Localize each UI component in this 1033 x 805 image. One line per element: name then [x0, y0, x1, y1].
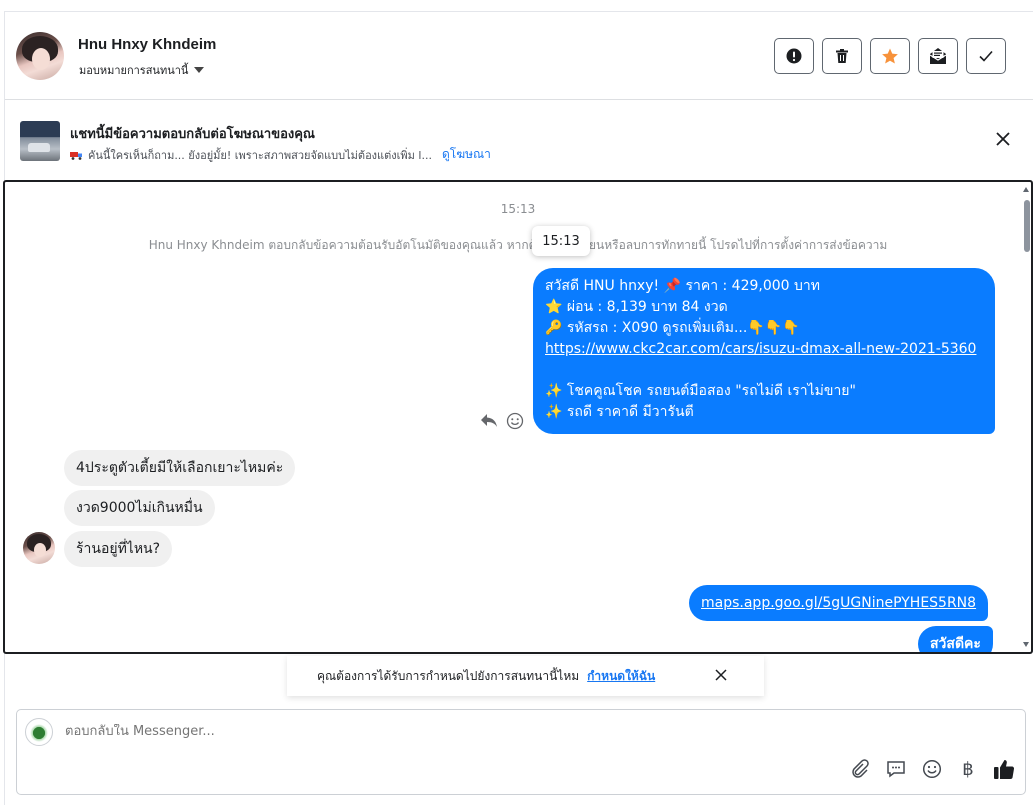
assign-conversation-dropdown[interactable]: มอบหมายการสนทนานี้ — [79, 61, 205, 79]
assign-to-me-link[interactable]: กำหนดให้ฉัน — [587, 667, 655, 686]
message-composer: ฿ — [16, 709, 1026, 795]
sender-avatar — [23, 532, 55, 564]
reply-icon[interactable] — [480, 413, 498, 429]
incoming-message-1[interactable]: 4ประตูตัวเตี้ยมีให้เลือกเยาะไหมค่ะ — [64, 450, 296, 486]
messenger-inbox: Hnu Hnxy Khndeim มอบหมายการสนทนานี้ แชทน… — [0, 0, 1033, 805]
payment-button[interactable]: ฿ — [957, 758, 979, 780]
saved-reply-icon — [887, 761, 905, 778]
incoming-message-3[interactable]: ร้านอยู่ที่ไหน? — [64, 531, 173, 567]
timestamp-divider: 15:13 — [500, 202, 536, 216]
map-link[interactable]: maps.app.goo.gl/5gUGNinePYHES5RN8 — [701, 593, 976, 614]
outgoing-greeting-message[interactable]: สวัสดีคะ — [918, 626, 993, 652]
paperclip-icon — [852, 759, 869, 778]
system-notice: Hnu Hnxy Khndeim ตอบกลับข้อความต้อนรับอั… — [148, 238, 888, 252]
close-icon — [715, 669, 727, 681]
emoji-react-icon[interactable] — [506, 412, 524, 430]
close-banner-button[interactable] — [995, 131, 1011, 147]
ad-banner-title: แชทนี้มีข้อความตอบกลับต่อโฆษณาของคุณ — [70, 127, 315, 142]
scroll-up-arrow-icon[interactable] — [1023, 187, 1029, 192]
contact-name[interactable]: Hnu Hnxy Khndeim — [78, 36, 216, 53]
ad-thumbnail[interactable] — [20, 121, 60, 161]
done-button[interactable] — [966, 38, 1006, 74]
delete-button[interactable] — [822, 38, 862, 74]
page-logo — [29, 722, 49, 742]
assign-label: มอบหมายการสนทนานี้ — [79, 64, 189, 77]
emoji-icon — [922, 759, 942, 779]
assign-prompt-text: คุณต้องการได้รับการกำหนดไปยังการสนทนานี้… — [317, 668, 580, 683]
dismiss-prompt-button[interactable] — [714, 668, 728, 682]
star-button[interactable] — [870, 38, 910, 74]
envelope-open-icon — [929, 48, 947, 64]
outgoing-welcome-message[interactable]: สวัสดี HNU hnxy! 📌 ราคา : 429,000 บาท ⭐ … — [533, 268, 995, 434]
view-ad-link[interactable]: ดูโฆษณา — [442, 145, 491, 164]
trash-icon — [836, 49, 848, 63]
thumbs-up-icon — [994, 760, 1015, 780]
outgoing-map-link-message[interactable]: maps.app.goo.gl/5gUGNinePYHES5RN8 — [689, 585, 989, 621]
timestamp-tooltip: 15:13 — [532, 226, 590, 256]
welcome-line-6: ✨ รถดี ราคาดี มีวารันตี — [545, 404, 694, 420]
ad-reply-banner: แชทนี้มีข้อความตอบกลับต่อโฆษณาของคุณ คัน… — [5, 101, 1033, 178]
saved-reply-button[interactable] — [885, 758, 907, 780]
truck-icon — [70, 151, 82, 160]
welcome-line-3: 🔑 รหัสรถ : X090 ดูรถเพิ่มเติม...👇👇👇 — [545, 320, 800, 336]
attach-button[interactable] — [849, 758, 871, 780]
message-thread[interactable]: 15:13 Hnu Hnxy Khndeim ตอบกลับข้อความต้อ… — [3, 180, 1033, 654]
like-button[interactable] — [993, 758, 1015, 780]
report-button[interactable] — [774, 38, 814, 74]
reply-input[interactable] — [65, 724, 765, 739]
page-avatar — [25, 718, 53, 746]
close-icon — [996, 132, 1010, 146]
contact-avatar[interactable] — [16, 32, 64, 80]
ad-banner-subtitle: คันนี้ใครเห็นก็ถาม... ยังอยู่มั้ย! เพราะ… — [70, 145, 491, 164]
ad-snippet: คันนี้ใครเห็นก็ถาม... ยังอยู่มั้ย! เพราะ… — [88, 148, 432, 162]
thread-scrollbar[interactable] — [1021, 182, 1031, 652]
assign-prompt: คุณต้องการได้รับการกำหนดไปยังการสนทนานี้… — [287, 656, 764, 696]
star-icon — [882, 48, 898, 64]
check-icon — [979, 50, 993, 62]
caret-down-icon — [194, 67, 205, 73]
incoming-message-2[interactable]: งวด9000ไม่เกินหมื่น — [64, 490, 215, 526]
exclamation-icon — [786, 48, 802, 64]
welcome-line-1: สวัสดี HNU hnxy! 📌 ราคา : 429,000 บาท — [545, 278, 820, 294]
scroll-down-arrow-icon[interactable] — [1023, 642, 1029, 647]
conversation-header: Hnu Hnxy Khndeim มอบหมายการสนทนานี้ — [5, 12, 1033, 100]
message-actions — [480, 412, 524, 430]
car-listing-link[interactable]: https://www.ckc2car.com/cars/isuzu-dmax-… — [545, 339, 983, 360]
scrollbar-thumb[interactable] — [1024, 200, 1030, 252]
emoji-button[interactable] — [921, 758, 943, 780]
baht-icon: ฿ — [962, 758, 974, 780]
welcome-line-2: ⭐ ผ่อน : 8,139 บาท 84 งวด — [545, 299, 728, 315]
welcome-line-5: ✨ โชคคูณโชค รถยนต์มือสอง "รถไม่ดี เราไม่… — [545, 383, 856, 399]
mark-unread-button[interactable] — [918, 38, 958, 74]
composer-toolbar: ฿ — [849, 758, 1015, 780]
